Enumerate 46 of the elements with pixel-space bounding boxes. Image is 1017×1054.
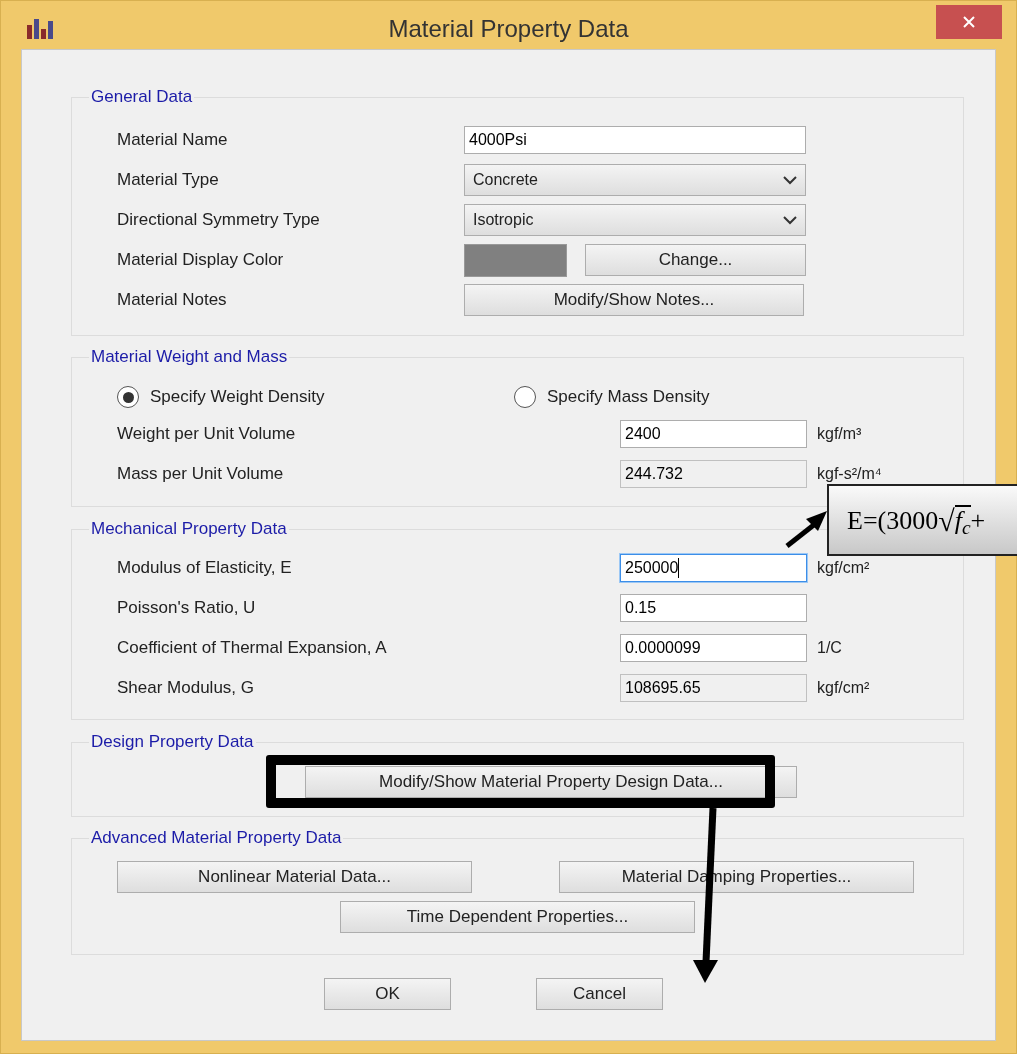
chevron-down-icon — [783, 215, 797, 225]
group-title: Advanced Material Property Data — [89, 828, 344, 848]
field-label: Material Name — [117, 129, 229, 152]
color-swatch[interactable] — [464, 243, 567, 277]
input-field[interactable]: 2400 — [620, 420, 807, 448]
window-title: Material Property Data — [388, 14, 629, 44]
pointer-arrow — [785, 511, 827, 548]
unit-label: kgf-s²/m⁴ — [817, 464, 882, 484]
field-label: Directional Symmetry Type — [117, 209, 321, 232]
unit-label: kgf/cm² — [817, 678, 870, 698]
dialog-button[interactable]: Cancel — [536, 978, 663, 1010]
unit-label: 1/C — [817, 638, 842, 658]
chevron-down-icon — [783, 175, 797, 185]
unit-label: kgf/cm² — [817, 558, 870, 578]
change-button[interactable]: Change... — [585, 244, 806, 276]
dialog-button[interactable]: OK — [324, 978, 451, 1010]
dropdown[interactable]: Isotropic — [464, 204, 806, 236]
field-label: Material Display Color — [117, 249, 285, 272]
group-title: Mechanical Property Data — [89, 519, 289, 539]
readonly-field: 108695.65 — [620, 674, 807, 702]
group-title: Design Property Data — [89, 732, 256, 752]
input-field[interactable]: 0.0000099 — [620, 634, 807, 662]
field-label: Weight per Unit Volume — [117, 423, 297, 446]
radio-option[interactable]: Specify Mass Density — [514, 384, 710, 410]
field-label: Material Notes — [117, 289, 228, 312]
unit-label: kgf/m³ — [817, 424, 862, 444]
field-label: Material Type — [117, 169, 220, 192]
dialog-button[interactable]: Nonlinear Material Data... — [117, 861, 472, 893]
field-label: Shear Modulus, G — [117, 677, 255, 700]
notes-button[interactable]: Modify/Show Notes... — [464, 284, 804, 316]
close-button[interactable] — [936, 5, 1002, 39]
input-field[interactable]: 250000 — [620, 554, 807, 582]
radio-option[interactable]: Specify Weight Density — [117, 384, 514, 410]
close-icon — [963, 16, 975, 28]
design-data-button[interactable]: Modify/Show Material Property Design Data... — [305, 766, 797, 798]
dropdown[interactable]: Concrete — [464, 164, 806, 196]
dialog-button[interactable]: Time Dependent Properties... — [340, 901, 695, 933]
group-title: Material Weight and Mass — [89, 347, 290, 367]
field-label: Mass per Unit Volume — [117, 463, 285, 486]
formula-callout: E=(3000√f$_{c}$+ — [827, 484, 1017, 556]
field-label: Coefficient of Thermal Expansion, A — [117, 637, 388, 660]
input-field[interactable]: 0.15 — [620, 594, 807, 622]
input-field[interactable]: 4000Psi — [464, 126, 806, 154]
field-label: Modulus of Elasticity, E — [117, 557, 293, 580]
readonly-field: 244.732 — [620, 460, 807, 488]
field-label: Poisson's Ratio, U — [117, 597, 257, 620]
